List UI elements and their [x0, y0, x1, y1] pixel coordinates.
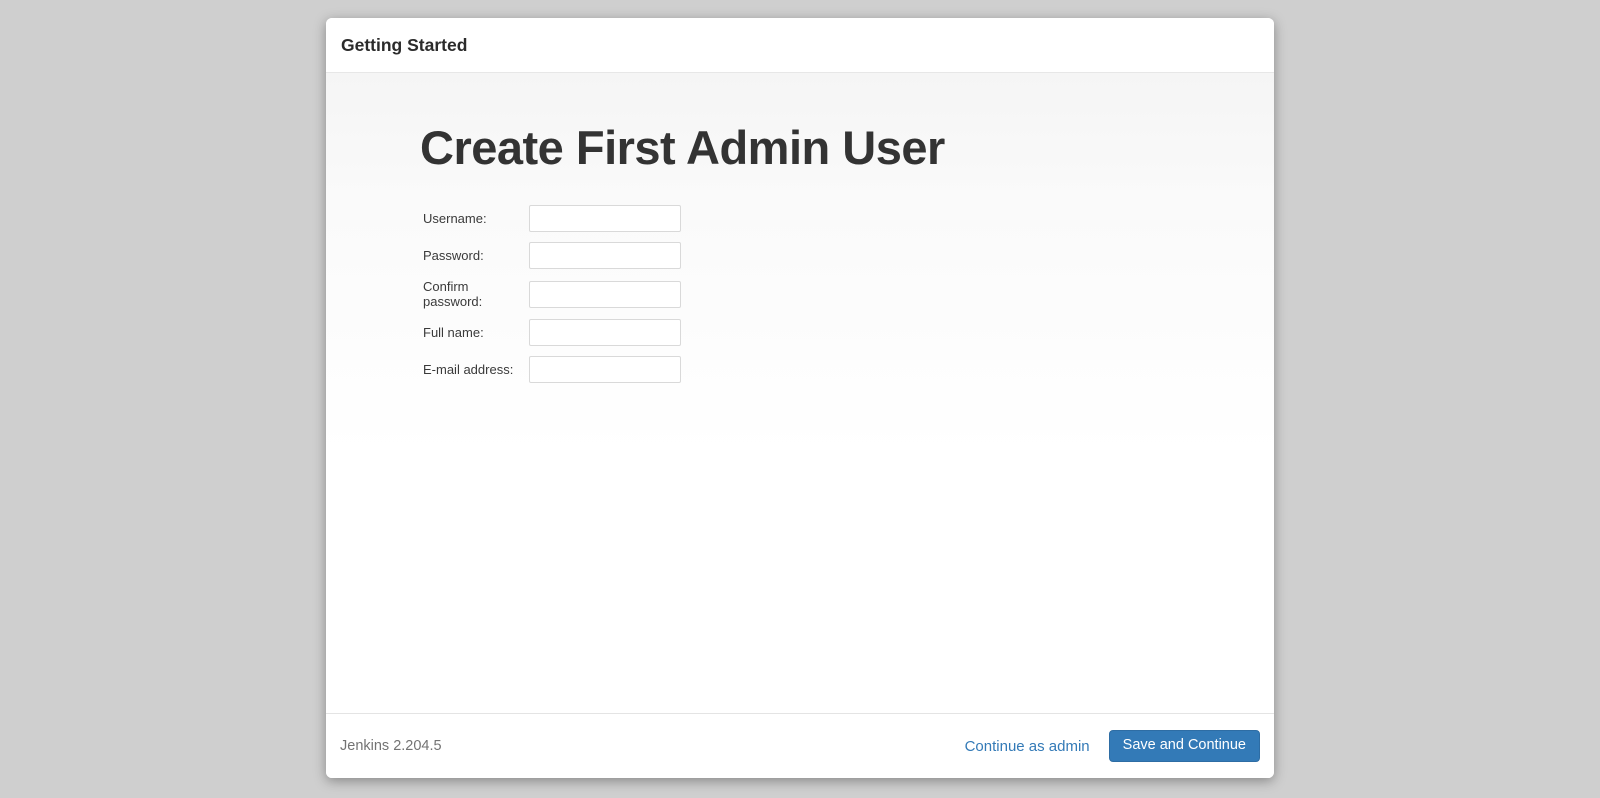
fullname-label: Full name: [423, 325, 529, 340]
dialog-title: Getting Started [341, 35, 467, 56]
confirm-password-label: Confirm password: [423, 279, 529, 309]
jenkins-version-label: Jenkins 2.204.5 [340, 738, 442, 754]
form-row-username: Username: [423, 205, 1274, 232]
continue-as-admin-link[interactable]: Continue as admin [965, 738, 1090, 755]
admin-user-form: Username: Password: Confirm password: Fu… [423, 205, 1274, 383]
email-label: E-mail address: [423, 362, 529, 377]
form-row-email: E-mail address: [423, 356, 1274, 383]
page-title: Create First Admin User [420, 120, 1274, 175]
setup-wizard-dialog: Getting Started Create First Admin User … [326, 18, 1274, 778]
email-field[interactable] [529, 356, 681, 383]
confirm-password-field[interactable] [529, 281, 681, 308]
form-row-password: Password: [423, 242, 1274, 269]
save-and-continue-button[interactable]: Save and Continue [1109, 730, 1260, 762]
fullname-field[interactable] [529, 319, 681, 346]
dialog-body: Create First Admin User Username: Passwo… [326, 73, 1274, 713]
dialog-footer: Jenkins 2.204.5 Continue as admin Save a… [326, 713, 1274, 778]
password-field[interactable] [529, 242, 681, 269]
form-row-fullname: Full name: [423, 319, 1274, 346]
password-label: Password: [423, 248, 529, 263]
username-label: Username: [423, 211, 529, 226]
username-field[interactable] [529, 205, 681, 232]
form-row-confirm-password: Confirm password: [423, 279, 1274, 309]
dialog-header: Getting Started [326, 18, 1274, 73]
